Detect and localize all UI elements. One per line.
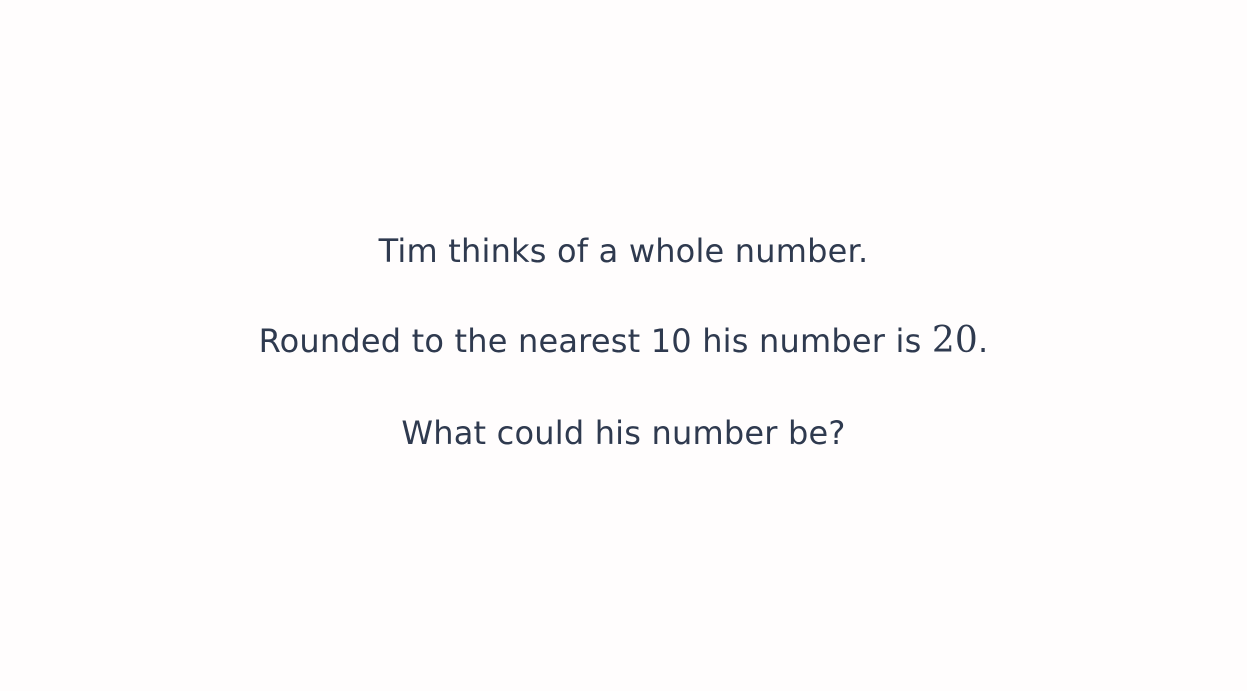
question-line-2: Rounded to the nearest 10 his number is …: [0, 321, 1247, 361]
rounded-value: 20: [931, 320, 979, 361]
question-line-2-period: .: [978, 322, 989, 360]
question-line-1: Tim thinks of a whole number.: [378, 232, 869, 270]
question-line-3: What could his number be?: [401, 414, 846, 452]
question-panel: Tim thinks of a whole number. Rounded to…: [0, 0, 1247, 691]
question-line-2-text: Rounded to the nearest 10 his number is: [258, 322, 932, 360]
